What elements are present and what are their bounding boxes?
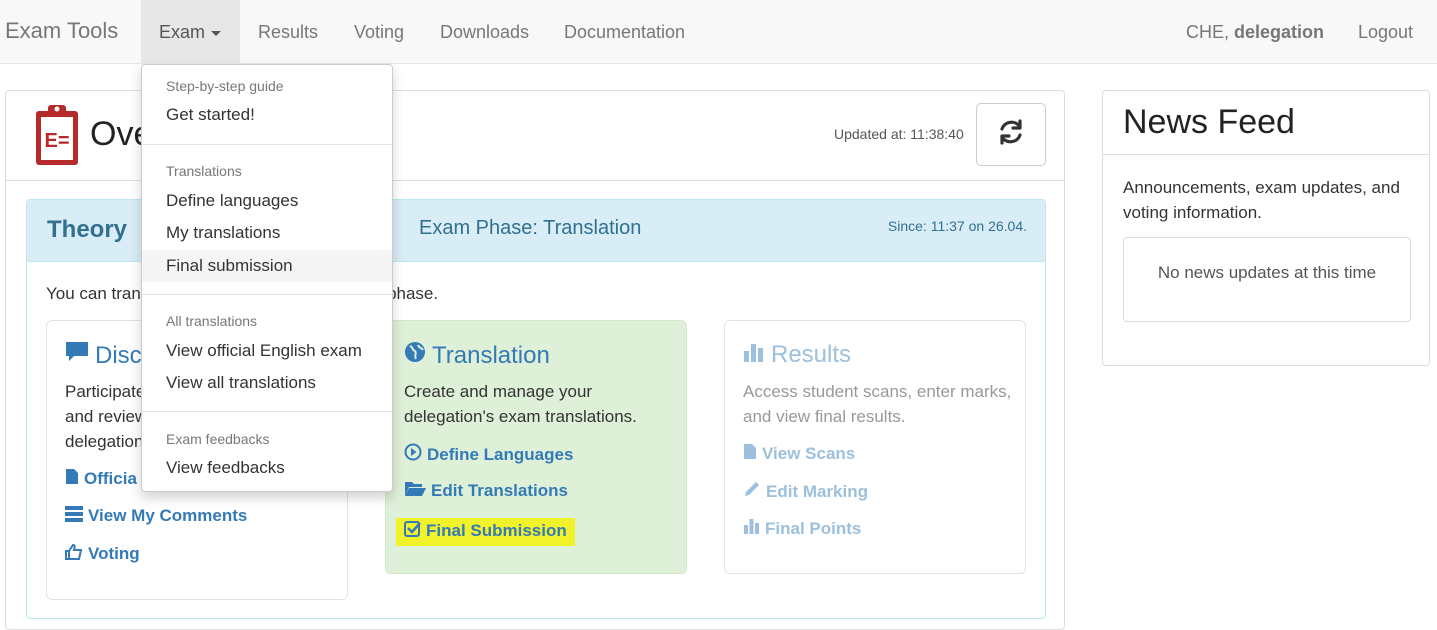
exam-phase: Exam Phase: Translation [419,217,642,239]
news-feed-header: News Feed [1103,91,1429,155]
nav-user[interactable]: CHE, delegation [1168,0,1342,64]
pencil-icon [743,480,761,503]
menu-item-view-all-translations[interactable]: View all translations [142,367,392,399]
dropdown-divider [142,144,392,145]
define-languages-link[interactable]: Define Languages [404,443,573,466]
nav-logout[interactable]: Logout [1340,0,1431,64]
file-icon [65,468,79,490]
folder-open-icon [404,480,426,502]
brand-logo[interactable]: Exam Tools [5,18,118,44]
nav-voting[interactable]: Voting [336,0,422,64]
theory-title: Theory [47,216,128,243]
intro-left: You can tran [46,284,141,303]
dropdown-header-guide: Step-by-step guide [166,78,284,94]
dropdown-header-feedbacks: Exam feedbacks [166,431,270,447]
bar-chart-icon [743,341,765,369]
refresh-icon [996,117,1026,152]
user-country: CHE, [1186,22,1230,42]
check-square-icon [404,520,421,542]
file-icon [743,443,757,465]
exam-clipboard-icon: E= [34,103,80,172]
news-feed-panel: News Feed Announcements, exam updates, a… [1102,90,1430,366]
menu-item-final-submission[interactable]: Final submission [142,250,392,282]
results-card-desc: Access student scans, enter marks, and v… [743,382,1012,426]
dropdown-header-all-translations: All translations [166,313,258,329]
exam-dropdown-menu: Step-by-step guide Get started! Translat… [141,64,393,492]
dropdown-header-translations: Translations [166,163,242,179]
navbar: Exam Tools Exam Results Voting Downloads… [0,0,1437,64]
globe-icon [404,341,426,370]
nav-exam-label: Exam [159,22,206,42]
final-points-link[interactable]: Final Points [743,518,861,539]
dropdown-divider [142,411,392,412]
menu-item-my-translations[interactable]: My translations [142,217,392,249]
caret-down-icon [211,30,222,36]
translation-card-desc: Create and manage your delegation's exam… [404,382,637,426]
view-scans-link[interactable]: View Scans [743,443,855,465]
nav-downloads[interactable]: Downloads [422,0,547,64]
menu-item-view-feedbacks[interactable]: View feedbacks [142,452,392,484]
edit-translations-link[interactable]: Edit Translations [404,480,568,502]
official-link[interactable]: Officia [65,468,137,490]
news-empty-text: No news updates at this time [1157,262,1377,282]
news-feed-title: News Feed [1123,103,1295,141]
nav-documentation[interactable]: Documentation [546,0,703,64]
bar-chart-icon [743,518,760,539]
phase-since: Since: 11:37 on 26.04. [887,218,1027,234]
user-name: delegation [1234,22,1325,42]
translation-card: Translation Create and manage your deleg… [385,320,687,574]
comment-icon [65,341,89,370]
nav-results[interactable]: Results [240,0,336,64]
dropdown-divider [142,294,392,295]
results-card-title: Results [743,341,851,369]
tasks-icon [65,505,83,527]
final-submission-highlight: Final Submission [396,518,575,546]
menu-item-define-languages[interactable]: Define languages [142,185,392,217]
voting-link[interactable]: Voting [65,543,140,565]
nav-exam-dropdown[interactable]: Exam [141,0,240,64]
final-submission-link[interactable]: Final Submission [396,518,575,546]
news-empty-box: No news updates at this time [1123,237,1411,322]
menu-item-get-started[interactable]: Get started! [142,99,392,131]
view-my-comments-link[interactable]: View My Comments [65,505,247,527]
menu-item-view-official-english[interactable]: View official English exam [142,335,392,367]
news-feed-desc: Announcements, exam updates, and voting … [1123,178,1400,222]
results-card: Results Access student scans, enter mark… [724,320,1026,574]
updated-time: Updated at: 11:38:40 [834,126,964,142]
thumbs-up-icon [65,543,83,565]
refresh-button[interactable] [976,103,1046,166]
translation-card-title: Translation [404,341,550,370]
edit-marking-link[interactable]: Edit Marking [743,480,868,503]
play-circle-icon [404,443,422,466]
svg-text:E=: E= [44,130,69,152]
